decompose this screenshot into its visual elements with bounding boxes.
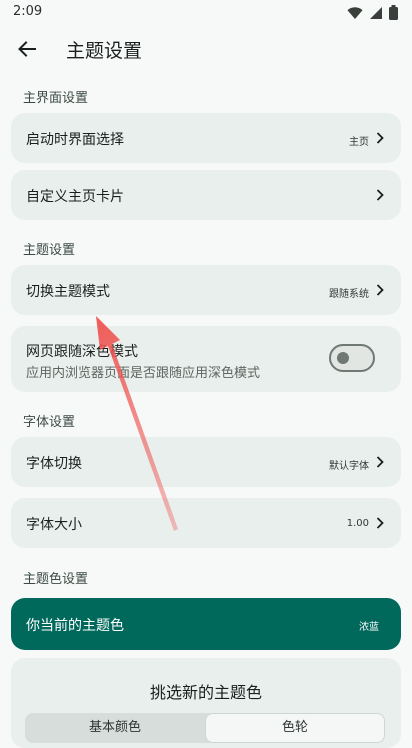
web-dark-mode-switch[interactable] [329, 344, 375, 372]
font-switch-item[interactable]: 字体切换 默认字体 [11, 437, 401, 487]
theme-mode-item[interactable]: 切换主题模式 跟随系统 [11, 265, 401, 315]
arrow-back-icon [18, 41, 36, 57]
current-theme-label: 你当前的主题色 [26, 618, 124, 634]
picker-title: 挑选新的主题色 [149, 683, 262, 702]
chevron-right-icon [376, 456, 384, 468]
chevron-right-icon [376, 284, 384, 296]
chevron-right-icon [376, 517, 384, 529]
status-icons [347, 5, 398, 20]
font-size-label: 字体大小 [26, 517, 82, 533]
status-time: 2:09 [13, 4, 43, 19]
section-header-main-ui: 主界面设置 [23, 91, 89, 106]
back-button[interactable] [14, 36, 40, 62]
web-dark-mode-label: 网页跟随深色模式 [26, 344, 138, 360]
section-header-theme: 主题设置 [23, 243, 76, 258]
web-dark-mode-subtitle: 应用内浏览器页面是否跟随应用深色模式 [26, 366, 261, 381]
theme-mode-value: 跟随系统 [329, 289, 369, 300]
chevron-right-icon [376, 189, 384, 201]
current-theme-value: 浓蓝 [359, 622, 379, 633]
theme-color-picker: 挑选新的主题色 基本颜色 色轮 [11, 658, 401, 748]
current-theme-color-item[interactable]: 你当前的主题色 浓蓝 [11, 598, 401, 650]
font-switch-label: 字体切换 [26, 456, 82, 472]
section-header-font: 字体设置 [23, 415, 76, 430]
tab-color-wheel[interactable]: 色轮 [205, 713, 385, 743]
cellular-icon [370, 6, 382, 19]
battery-icon [389, 5, 398, 20]
web-dark-mode-item[interactable]: 网页跟随深色模式 应用内浏览器页面是否跟随应用深色模式 [11, 326, 401, 392]
font-size-item[interactable]: 字体大小 1.00 [11, 498, 401, 548]
font-switch-value: 默认字体 [329, 461, 369, 472]
page-title: 主题设置 [66, 40, 143, 62]
switch-knob [337, 352, 349, 364]
startup-page-item[interactable]: 启动时界面选择 主页 [11, 113, 401, 163]
theme-mode-label: 切换主题模式 [26, 284, 110, 300]
startup-page-value: 主页 [349, 137, 369, 148]
font-size-value: 1.00 [346, 518, 369, 529]
custom-cards-label: 自定义主页卡片 [26, 189, 124, 205]
app-bar: 主题设置 [0, 28, 412, 72]
startup-page-label: 启动时界面选择 [26, 132, 124, 148]
tab-basic-colors[interactable]: 基本颜色 [25, 713, 205, 743]
picker-tabs: 基本颜色 色轮 [25, 713, 385, 743]
section-header-theme-color: 主题色设置 [23, 572, 89, 587]
chevron-right-icon [376, 132, 384, 144]
status-bar: 2:09 [0, 0, 412, 24]
wifi-icon [347, 6, 363, 19]
custom-cards-item[interactable]: 自定义主页卡片 [11, 170, 401, 220]
